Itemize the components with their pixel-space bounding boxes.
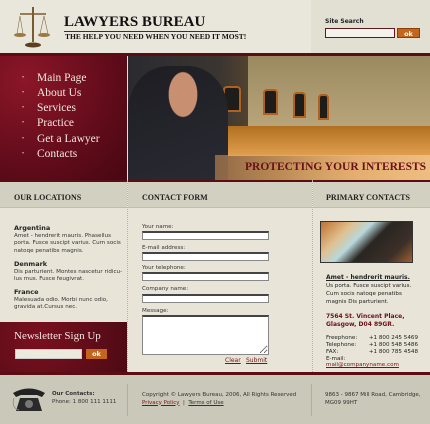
email-input[interactable]: [142, 252, 269, 261]
footer-divider: [311, 384, 312, 416]
bullet-icon: •: [22, 150, 25, 157]
bullet-icon: •: [22, 90, 25, 97]
column-divider: [312, 180, 313, 372]
primary-contacts-heading: PRIMARY CONTACTS: [313, 180, 430, 208]
nav-item-about-us[interactable]: • About Us: [22, 86, 127, 101]
location-argentina: Argentina Amet - hendrerit mauris. Phasel…: [14, 224, 124, 255]
address-line: Glasgow, D04 89GR.: [326, 321, 395, 328]
site-tagline: THE HELP YOU NEED WHEN YOU NEED IT MOST!: [65, 32, 247, 41]
location-name: France: [14, 288, 39, 296]
column-divider: [127, 180, 128, 372]
email-row: E-mail: mail@companyname.com: [326, 356, 418, 368]
footer-copyright-block: Copyright © Lawyers Bureau, 2006, All Ri…: [142, 392, 296, 407]
row-label: Freephone:: [326, 335, 358, 341]
nav-label: Contacts: [37, 147, 78, 160]
address-line: 9863 - 9867 Mill Road, Cambridge,: [325, 392, 421, 398]
nav-label: About Us: [37, 87, 82, 100]
nav-label: Services: [37, 102, 76, 115]
nav-label: Get a Lawyer: [37, 132, 100, 145]
hero-banner-text: PROTECTING YOUR INTERESTS: [245, 161, 427, 173]
nav-item-contacts[interactable]: • Contacts: [22, 147, 127, 162]
nav-item-main-page[interactable]: • Main Page: [22, 71, 127, 86]
contact-title[interactable]: Amet - hendrerit mauris.: [326, 274, 410, 281]
copyright-text: Copyright © Lawyers Bureau, 2006, All Ri…: [142, 392, 297, 398]
footer-address: 9863 - 9867 Mill Road, Cambridge, MG09 99…: [325, 392, 421, 407]
submit-link[interactable]: Submit: [246, 357, 267, 364]
location-text: Dis parturient. Montes nascetur ridicu-l…: [14, 268, 123, 283]
newsletter-title: Newsletter Sign Up: [14, 330, 101, 342]
email-link[interactable]: mail@companyname.com: [326, 362, 399, 368]
address-line: MG09 99HT: [325, 399, 358, 406]
telephone-input[interactable]: [142, 272, 269, 281]
newsletter-submit-button[interactable]: ok: [86, 349, 107, 359]
message-label: Message:: [142, 308, 169, 314]
nav-item-practice[interactable]: • Practice: [22, 116, 127, 131]
freephone-row: Freephone: +1 800 245 5469: [326, 335, 418, 341]
telephone-label: Your telephone:: [142, 265, 186, 271]
search-panel: [311, 0, 430, 53]
row-label: FAX:: [326, 349, 339, 355]
location-denmark: Denmark Dis parturient. Montes nascetur r…: [14, 260, 124, 284]
row-value: +1 800 548 5486: [368, 342, 418, 348]
contact-form-heading: CONTACT FORM: [128, 180, 312, 208]
contact-text: Us porta. Fusce suscipt varius. Cum soci…: [326, 283, 412, 305]
name-input[interactable]: [142, 231, 269, 240]
footer-contacts-title: Our Contacts:: [52, 391, 95, 397]
fax-row: FAX: +1 800 785 4548: [326, 349, 418, 355]
location-name: Argentina: [14, 224, 51, 232]
contact-address: 7564 St. Vincent Place, Glasgow, D04 89GR…: [326, 313, 404, 329]
clear-link[interactable]: Clear: [225, 357, 241, 364]
search-button[interactable]: ok: [397, 28, 420, 38]
location-text: Amet - hendrerit mauris. Phasellus porta…: [14, 232, 121, 254]
location-name: Denmark: [14, 260, 48, 268]
nav-item-get-a-lawyer[interactable]: • Get a Lawyer: [22, 132, 127, 147]
main-nav: • Main Page • About Us • Services • Practice…: [0, 56, 127, 180]
terms-of-use-link[interactable]: Terms of Use: [188, 400, 223, 406]
nav-item-services[interactable]: • Services: [22, 101, 127, 116]
bullet-icon: •: [22, 75, 25, 81]
name-label: Your name:: [142, 224, 174, 230]
telephone-icon: [12, 388, 45, 411]
nav-label: Practice: [37, 117, 75, 130]
footer-phone: Phone: 1 800 111 1111: [52, 398, 117, 405]
message-textarea[interactable]: [142, 315, 269, 355]
newsletter-email-input[interactable]: [15, 349, 82, 359]
location-text: Malesuada odio. Morbi nunc odio, gravida…: [14, 296, 108, 311]
link-separator: |: [182, 399, 185, 406]
search-label: Site Search: [325, 18, 364, 25]
email-label: E-mail address:: [142, 245, 186, 251]
search-input[interactable]: [325, 28, 395, 38]
site-title: LAWYERS BUREAU: [64, 14, 238, 32]
nav-label: Main Page: [37, 72, 87, 85]
telephone-row: Telephone: +1 800 548 5486: [326, 342, 418, 348]
building-photo: [320, 221, 413, 263]
company-label: Company name:: [142, 286, 189, 292]
footer-contacts: Our Contacts: Phone: 1 800 111 1111: [52, 391, 116, 406]
row-label: Telephone:: [326, 342, 357, 348]
scales-of-justice-icon: [14, 7, 50, 48]
row-value: +1 800 245 5469: [368, 335, 418, 341]
locations-heading: OUR LOCATIONS: [0, 180, 127, 208]
company-input[interactable]: [142, 294, 269, 303]
privacy-policy-link[interactable]: Privacy Policy: [142, 400, 179, 406]
address-line: 7564 St. Vincent Place,: [326, 313, 405, 320]
bullet-icon: •: [22, 135, 25, 142]
footer-divider: [127, 384, 128, 416]
row-value: +1 800 785 4548: [368, 349, 418, 355]
location-france: France Malesuada odio. Morbi nunc odio, g…: [14, 288, 124, 312]
bullet-icon: •: [22, 105, 25, 112]
bullet-icon: •: [22, 120, 25, 127]
